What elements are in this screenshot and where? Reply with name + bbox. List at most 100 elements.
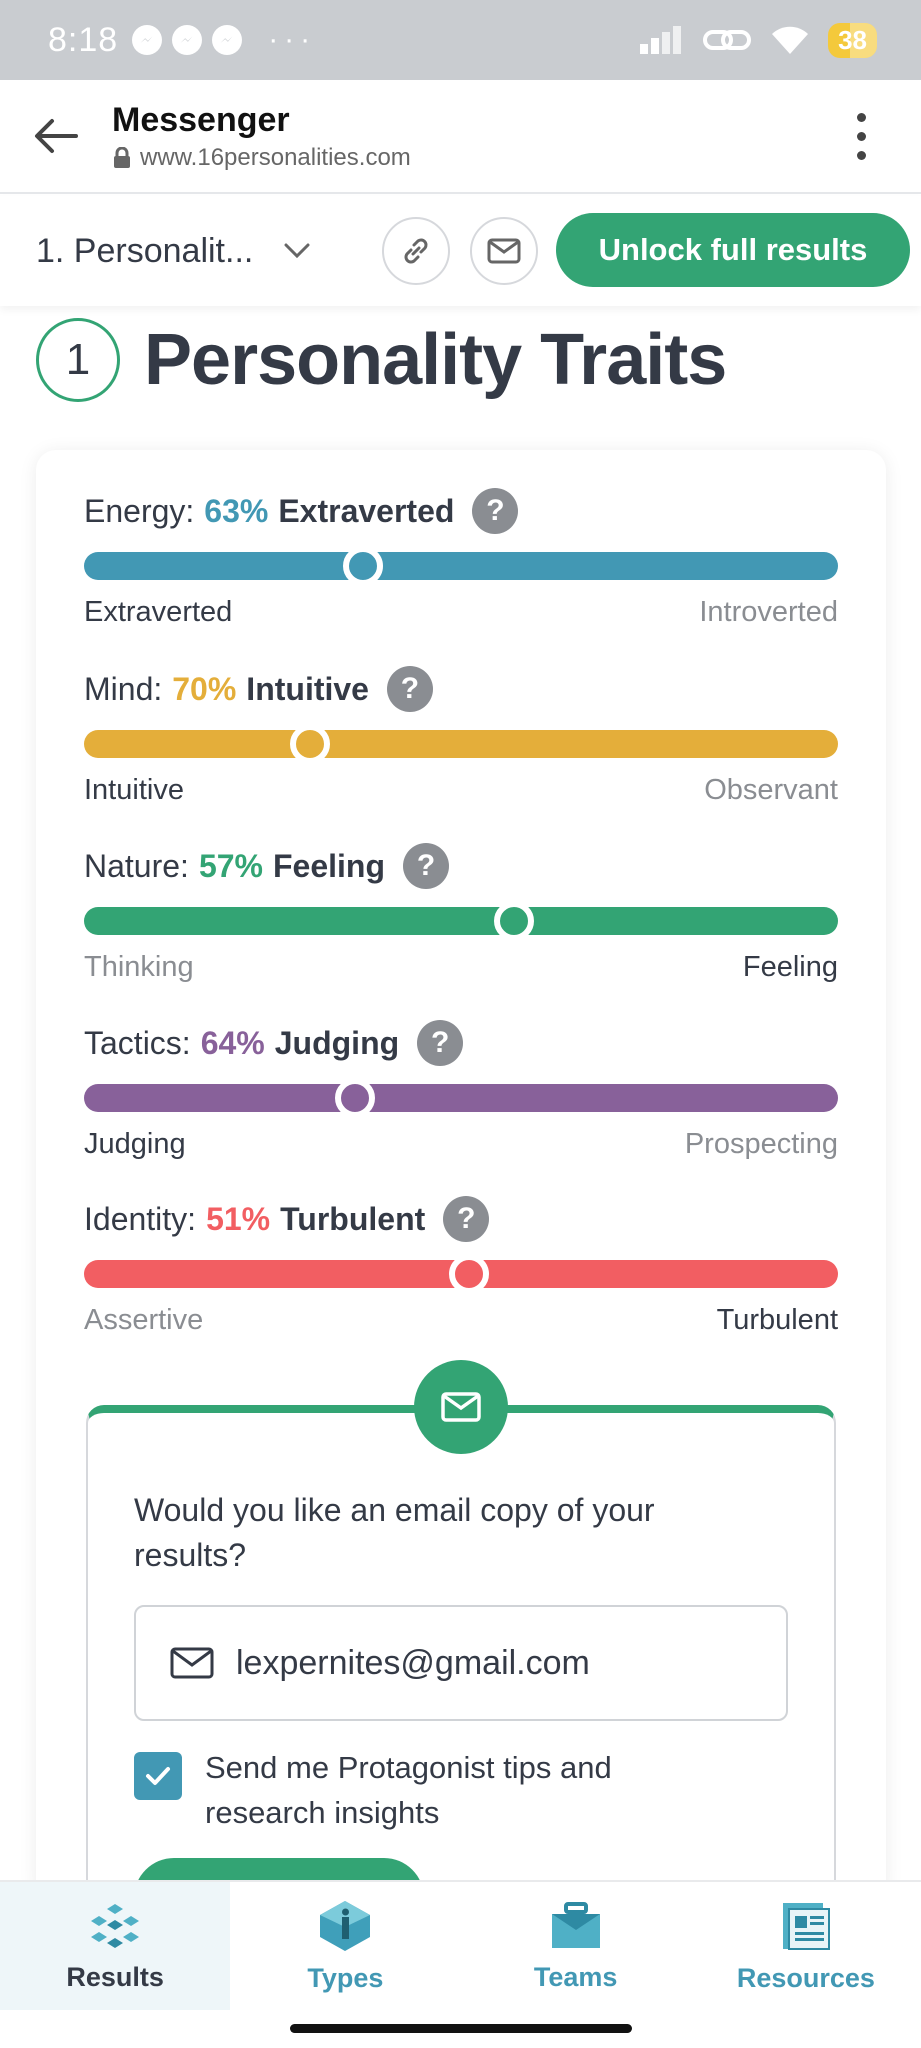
trait-scale-labels: Thinking Feeling bbox=[84, 951, 838, 984]
help-icon[interactable]: ? bbox=[443, 1196, 490, 1242]
trait-heading: Nature: 57% Feeling? bbox=[84, 843, 838, 889]
trait-left-label: Intuitive bbox=[84, 774, 184, 806]
trait-scale-labels: Assertive Turbulent bbox=[84, 1304, 838, 1337]
trait-label: Energy: bbox=[84, 492, 195, 529]
trait-right-label: Observant bbox=[704, 774, 838, 806]
trait-bar bbox=[84, 546, 838, 586]
nav-types[interactable]: Types bbox=[230, 1882, 460, 2010]
trait-heading: Identity: 51% Turbulent? bbox=[84, 1196, 838, 1242]
trait-marker bbox=[342, 546, 383, 586]
trait-row: Nature: 57% Feeling? Thinking Feeling bbox=[84, 843, 838, 984]
trait-right-label: Introverted bbox=[699, 596, 838, 628]
results-icon bbox=[91, 1903, 140, 1948]
wifi-icon bbox=[772, 26, 809, 54]
trait-percent: 63% bbox=[204, 492, 269, 529]
mail-badge bbox=[414, 1360, 508, 1454]
trait-marker bbox=[290, 724, 331, 764]
section-heading: 1 Personality Traits bbox=[36, 318, 727, 402]
nav-resources-label: Resources bbox=[736, 1962, 875, 1993]
trait-side: Judging bbox=[274, 1024, 400, 1061]
browser-header: Messenger www.16personalities.com bbox=[0, 80, 921, 194]
unlock-full-results-button[interactable]: Unlock full results bbox=[556, 213, 910, 287]
browser-url: www.16personalities.com bbox=[112, 144, 411, 172]
lock-icon bbox=[114, 146, 130, 168]
trait-marker bbox=[448, 1254, 489, 1294]
nav-results-label: Results bbox=[66, 1961, 164, 1992]
trait-label: Mind: bbox=[84, 670, 163, 707]
results-toolbar: 1. Personalit... Unlock full results bbox=[0, 196, 921, 306]
bottom-navigation: Results Types Teams Resources bbox=[0, 1880, 921, 2010]
document-icon bbox=[782, 1902, 830, 1950]
chevron-down-icon bbox=[284, 243, 310, 259]
battery-indicator: 38 bbox=[828, 22, 877, 58]
trait-percent: 70% bbox=[172, 670, 237, 707]
help-icon[interactable]: ? bbox=[472, 488, 519, 534]
mail-icon bbox=[487, 238, 521, 264]
help-icon[interactable]: ? bbox=[417, 1020, 464, 1066]
messenger-notification-icon bbox=[212, 25, 243, 55]
nav-types-label: Types bbox=[307, 1962, 384, 1993]
copy-link-button[interactable] bbox=[382, 217, 450, 285]
checkmark-icon bbox=[146, 1767, 170, 1785]
trait-side: Turbulent bbox=[280, 1200, 426, 1237]
trait-scale-labels: Intuitive Observant bbox=[84, 774, 838, 807]
tips-checkbox-label: Send me Protagonist tips and research in… bbox=[205, 1750, 612, 1830]
messenger-notification-icon bbox=[132, 25, 163, 55]
trait-row: Tactics: 64% Judging? Judging Prospecting bbox=[84, 1020, 838, 1161]
briefcase-icon bbox=[551, 1901, 600, 1948]
email-field[interactable]: lexpernites@gmail.com bbox=[134, 1605, 788, 1721]
more-options-icon[interactable] bbox=[841, 106, 881, 166]
trait-row: Energy: 63% Extraverted? Extraverted Introve… bbox=[84, 488, 838, 629]
trait-scale-labels: Extraverted Introverted bbox=[84, 596, 838, 629]
trait-scale-labels: Judging Prospecting bbox=[84, 1128, 838, 1161]
trait-bar bbox=[84, 1254, 838, 1294]
trait-row: Mind: 70% Intuitive? Intuitive Observant bbox=[84, 666, 838, 807]
trait-label: Tactics: bbox=[84, 1024, 191, 1061]
trait-side: Extraverted bbox=[278, 492, 455, 529]
trait-left-label: Thinking bbox=[84, 951, 194, 983]
trait-percent: 64% bbox=[200, 1024, 265, 1061]
trait-side: Intuitive bbox=[246, 670, 369, 707]
status-more-icon: ··· bbox=[268, 23, 317, 56]
trait-heading: Tactics: 64% Judging? bbox=[84, 1020, 838, 1066]
types-icon bbox=[320, 1900, 371, 1951]
link-icon bbox=[404, 238, 428, 264]
help-icon[interactable]: ? bbox=[403, 843, 449, 889]
status-time: 8:18 bbox=[48, 20, 119, 59]
link-icon bbox=[703, 30, 752, 50]
back-arrow-icon[interactable] bbox=[26, 106, 86, 166]
mail-icon bbox=[170, 1647, 214, 1679]
tips-checkbox[interactable] bbox=[134, 1752, 182, 1800]
trait-marker bbox=[335, 1078, 376, 1118]
trait-right-label: Turbulent bbox=[716, 1304, 838, 1336]
trait-percent: 51% bbox=[206, 1200, 271, 1237]
trait-percent: 57% bbox=[198, 847, 263, 884]
trait-heading: Energy: 63% Extraverted? bbox=[84, 488, 838, 534]
section-number: 1 bbox=[36, 318, 120, 402]
trait-marker bbox=[493, 901, 534, 941]
trait-right-label: Feeling bbox=[742, 951, 838, 983]
nav-teams-label: Teams bbox=[533, 1961, 618, 1992]
nav-teams[interactable]: Teams bbox=[461, 1882, 691, 2010]
status-bar: 8:18 ··· 38 bbox=[0, 0, 921, 80]
mail-icon bbox=[441, 1392, 481, 1422]
home-indicator bbox=[290, 2024, 632, 2033]
trait-bar bbox=[84, 901, 838, 941]
trait-side: Feeling bbox=[272, 847, 385, 884]
trait-bar bbox=[84, 1078, 838, 1118]
trait-row: Identity: 51% Turbulent? Assertive Turbulent bbox=[84, 1196, 838, 1337]
email-prompt: Would you like an email copy of your res… bbox=[134, 1492, 655, 1573]
nav-resources[interactable]: Resources bbox=[691, 1882, 921, 2010]
nav-results[interactable]: Results bbox=[0, 1882, 231, 2010]
help-icon[interactable]: ? bbox=[386, 666, 433, 712]
section-dropdown-label: 1. Personalit... bbox=[36, 231, 254, 270]
signal-icon bbox=[640, 26, 682, 54]
url-text: www.16personalities.com bbox=[140, 143, 411, 171]
email-share-button[interactable] bbox=[470, 217, 538, 285]
trait-bar bbox=[84, 724, 838, 764]
section-dropdown[interactable]: 1. Personalit... bbox=[36, 232, 311, 271]
email-field-value: lexpernites@gmail.com bbox=[236, 1643, 590, 1682]
status-indicators: 38 bbox=[638, 22, 877, 58]
messenger-notification-icon bbox=[172, 25, 203, 55]
trait-label: Nature: bbox=[84, 847, 189, 884]
